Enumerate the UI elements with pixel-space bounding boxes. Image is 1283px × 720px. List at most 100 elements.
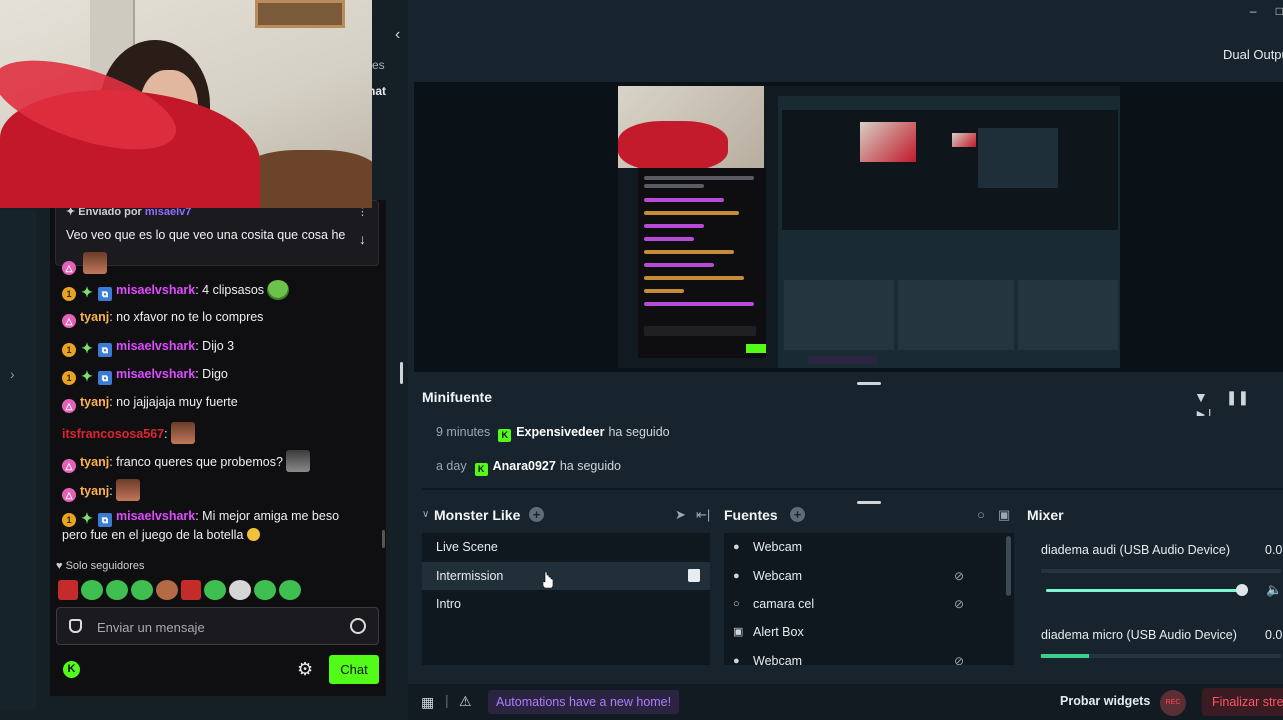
chat-input-box[interactable] bbox=[56, 607, 379, 645]
source-item[interactable]: ● Webcam ⊘ bbox=[724, 647, 1008, 665]
mouse-cursor-icon bbox=[543, 572, 553, 588]
source-item[interactable]: ● Webcam ⊘ bbox=[724, 562, 1008, 590]
emote-icon[interactable] bbox=[81, 580, 103, 600]
minimize-icon[interactable]: – bbox=[1250, 4, 1257, 18]
chat-username[interactable]: misaelvshark bbox=[116, 509, 195, 523]
moderator-badge-icon: ⧉ bbox=[98, 287, 112, 301]
gray-emote-icon bbox=[285, 450, 310, 472]
source-item[interactable]: ○ camara cel ⊘ bbox=[724, 590, 1008, 618]
chat-username[interactable]: misaelvshark bbox=[116, 339, 195, 353]
transition-icon[interactable]: ⇤| bbox=[696, 507, 710, 523]
speaker-icon[interactable]: 🔈 bbox=[1266, 582, 1282, 598]
resize-handle[interactable] bbox=[857, 382, 881, 385]
source-label: Webcam bbox=[753, 569, 803, 583]
emote-icon[interactable] bbox=[106, 580, 128, 600]
chat-username[interactable]: misaelvshark bbox=[116, 367, 195, 381]
event-action: ha seguido bbox=[608, 425, 670, 439]
folder-icon[interactable]: ▣ bbox=[998, 507, 1010, 523]
pinned-body: Veo veo que es lo que veo una cosita que… bbox=[66, 228, 346, 242]
chat-message: △ tyanj: bbox=[62, 479, 140, 502]
scene-collection-title[interactable]: Monster Like bbox=[434, 507, 520, 523]
chat-username[interactable]: tyanj bbox=[80, 455, 109, 469]
sources-scrollbar[interactable] bbox=[1006, 536, 1011, 596]
chat-message: △ tyanj: franco queres que probemos? bbox=[62, 450, 310, 473]
preview-sub-webcam-small bbox=[952, 133, 976, 147]
add-scene-icon[interactable]: + bbox=[529, 507, 544, 522]
vu-meter bbox=[1041, 654, 1281, 658]
kick-logo-icon[interactable]: K bbox=[63, 661, 80, 678]
stats-icon[interactable]: ▦ bbox=[421, 694, 434, 711]
alert-icon[interactable]: ⚠ bbox=[459, 693, 472, 710]
chat-username[interactable]: tyanj bbox=[80, 395, 109, 409]
chat-username[interactable]: itsfrancososa567 bbox=[62, 427, 164, 441]
emote-icon[interactable] bbox=[58, 580, 78, 600]
scene-item-intermission[interactable]: Intermission bbox=[422, 562, 710, 590]
kick-icon: K bbox=[498, 429, 512, 442]
collapse-chevron-icon[interactable]: ‹ bbox=[395, 26, 400, 44]
eye-off-icon[interactable]: ⊘ bbox=[954, 647, 964, 665]
emote-icon[interactable] bbox=[156, 580, 178, 600]
emote-icon[interactable] bbox=[204, 580, 226, 600]
chat-username[interactable]: misaelvshark bbox=[116, 283, 195, 297]
emote-icon[interactable] bbox=[229, 580, 251, 600]
emoji-picker-icon[interactable] bbox=[350, 618, 366, 634]
group-icon[interactable]: ○ bbox=[977, 507, 985, 522]
mixer-device-label: diadema audi (USB Audio Device) bbox=[1041, 543, 1230, 557]
source-label: Webcam bbox=[753, 540, 803, 554]
add-source-icon[interactable]: + bbox=[790, 507, 805, 522]
filter-icon[interactable]: ▼ bbox=[1194, 389, 1208, 405]
event-action: ha seguido bbox=[559, 459, 622, 473]
scene-item-live[interactable]: Live Scene bbox=[422, 533, 710, 561]
trash-icon[interactable] bbox=[688, 569, 700, 582]
volume-slider-knob[interactable] bbox=[1236, 584, 1248, 596]
chat-text: : no xfavor no te lo compres bbox=[109, 310, 264, 324]
eye-off-icon[interactable]: ⊘ bbox=[954, 590, 964, 618]
emote-icon[interactable] bbox=[254, 580, 276, 600]
scene-item-intro[interactable]: Intro bbox=[422, 590, 710, 618]
chat-username[interactable]: tyanj bbox=[80, 484, 109, 498]
chat-message-input[interactable] bbox=[97, 616, 337, 638]
sparkle-badge-icon: ✦ bbox=[81, 510, 93, 526]
eye-off-icon[interactable]: ⊘ bbox=[954, 562, 964, 590]
mixer-device-value: 0.0 bbox=[1265, 543, 1283, 557]
maximize-icon[interactable]: □ bbox=[1276, 4, 1283, 18]
rec-button[interactable]: REC bbox=[1160, 690, 1186, 716]
window-controls: – □ bbox=[1234, 4, 1283, 18]
volume-slider[interactable] bbox=[1046, 584, 1248, 596]
panel-resize-handle[interactable] bbox=[400, 362, 403, 384]
followers-only-label: Solo seguidores bbox=[65, 560, 145, 572]
pause-icon[interactable]: ❚❚ bbox=[1226, 389, 1249, 405]
chat-scrollbar[interactable] bbox=[382, 530, 385, 548]
expand-pinned-icon[interactable]: ↓ bbox=[359, 231, 366, 247]
emote-icon[interactable] bbox=[181, 580, 201, 600]
moderator-badge-icon: ⧉ bbox=[98, 343, 112, 357]
preview-mini-mixer bbox=[1018, 280, 1118, 350]
end-stream-button[interactable]: Finalizar stream bbox=[1202, 688, 1283, 716]
gear-icon[interactable]: ⚙ bbox=[297, 660, 315, 678]
test-widgets-button[interactable]: Probar widgets bbox=[1060, 694, 1150, 708]
event-user: Expensivedeer bbox=[516, 425, 605, 439]
expand-chevron-icon[interactable]: › bbox=[10, 366, 15, 382]
sparkle-badge-icon: ✦ bbox=[81, 368, 93, 384]
emote-icon[interactable] bbox=[131, 580, 153, 600]
preview-mini-sources bbox=[898, 280, 1014, 350]
emote-icon[interactable] bbox=[279, 580, 301, 600]
chat-text: pero fue en el juego de la botella bbox=[62, 528, 244, 542]
source-item[interactable]: ● Webcam bbox=[724, 533, 1008, 561]
send-chat-button[interactable]: Chat bbox=[329, 655, 379, 684]
pin-icon[interactable]: ➤ bbox=[675, 507, 686, 523]
chat-message-partial: △ bbox=[62, 252, 107, 275]
resize-handle[interactable] bbox=[857, 501, 881, 504]
chat-username[interactable]: tyanj bbox=[80, 310, 109, 324]
dual-output-toggle[interactable]: Dual Output bbox=[1223, 47, 1283, 62]
chat-text: : Dijo 3 bbox=[195, 339, 235, 353]
sparkle-badge-icon: ✦ bbox=[81, 340, 93, 356]
preview-mini-pill bbox=[808, 356, 878, 364]
automations-notice[interactable]: Automations have a new home! bbox=[488, 690, 680, 714]
divider bbox=[422, 488, 1283, 490]
crown-badge-icon: △ bbox=[62, 459, 76, 473]
chevron-down-icon[interactable]: ∨ bbox=[422, 509, 429, 520]
source-item[interactable]: ▣ Alert Box bbox=[724, 618, 1008, 646]
event-time: a day bbox=[436, 459, 467, 473]
chat-text: : Digo bbox=[195, 367, 228, 381]
